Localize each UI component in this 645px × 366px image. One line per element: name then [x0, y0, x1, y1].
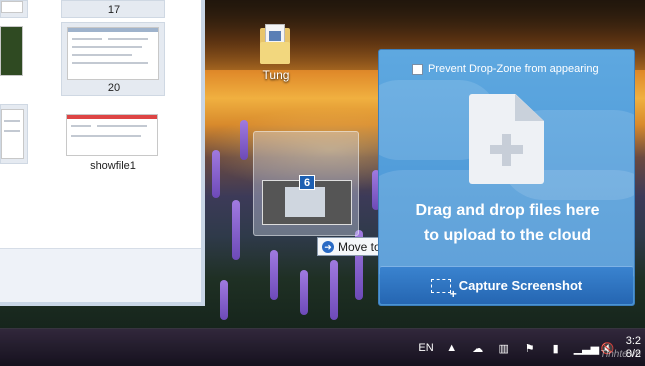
capture-screenshot-button[interactable]: Capture Screenshot	[380, 266, 633, 304]
file-thumbnail	[0, 26, 23, 76]
file-thumbnail	[1, 109, 24, 159]
cloud-decoration	[379, 170, 634, 280]
file-item[interactable]: showfile1	[61, 108, 165, 172]
watermark-text: Tinhte.vn	[599, 349, 641, 360]
file-label: showfile1	[90, 160, 136, 172]
details-pane	[0, 248, 201, 302]
network-icon[interactable]: ▥	[496, 342, 512, 355]
flower	[330, 260, 338, 320]
flower	[212, 150, 220, 198]
file-thumbnail	[66, 114, 158, 156]
file-item[interactable]	[0, 22, 28, 96]
file-label: 20	[107, 82, 121, 94]
file-thumbnail	[67, 27, 159, 80]
folder-icon	[260, 24, 290, 64]
file-item[interactable]: 17	[61, 0, 165, 18]
system-tray: EN ▲ ☁ ▥ ⚑ ▮ ▁▃▅ 🔇 3:2 8/2	[418, 329, 645, 366]
desktop-icon-label: Tung	[262, 68, 290, 82]
dropzone-instruction-line1: Drag and drop files here	[415, 202, 600, 219]
capture-screenshot-label: Capture Screenshot	[458, 278, 583, 293]
prevent-dropzone-checkbox[interactable]	[412, 63, 423, 75]
explorer-window: 17 20 showfile1	[0, 0, 205, 306]
flower	[232, 200, 240, 260]
drag-preview: 6	[253, 131, 359, 236]
show-hidden-icons-icon[interactable]: ▲	[444, 342, 460, 354]
flower	[240, 120, 248, 160]
file-item-selected[interactable]: 20	[61, 22, 165, 96]
flower	[220, 280, 228, 320]
clock-time: 3:2	[625, 335, 641, 347]
desktop-folder-tung[interactable]: Tung	[252, 20, 300, 84]
flower	[300, 270, 308, 315]
file-item[interactable]	[0, 104, 28, 164]
language-indicator[interactable]: EN	[418, 342, 433, 354]
battery-icon[interactable]: ▮	[548, 342, 564, 355]
capture-region-icon	[430, 278, 457, 301]
drag-count-badge: 6	[299, 175, 315, 190]
flower	[270, 250, 278, 300]
arrow-right-icon: ➜	[322, 240, 334, 253]
add-file-icon	[469, 94, 544, 184]
file-item[interactable]	[0, 0, 28, 18]
cloud-app-icon[interactable]: ☁	[470, 342, 486, 355]
prevent-dropzone-option[interactable]: Prevent Drop-Zone from appearing	[412, 63, 599, 75]
dropzone-instruction-line2: to upload to the cloud	[423, 227, 592, 244]
signal-icon[interactable]: ▁▃▅	[574, 342, 599, 355]
action-center-flag-icon[interactable]: ⚑	[522, 342, 538, 355]
taskbar: EN ▲ ☁ ▥ ⚑ ▮ ▁▃▅ 🔇 3:2 8/2 Tinhte.vn	[0, 328, 645, 366]
file-label: 17	[107, 4, 121, 16]
prevent-dropzone-label: Prevent Drop-Zone from appearing	[428, 63, 599, 75]
drop-zone-panel[interactable]: Prevent Drop-Zone from appearing Drag an…	[378, 49, 635, 306]
file-thumbnail	[1, 1, 23, 13]
